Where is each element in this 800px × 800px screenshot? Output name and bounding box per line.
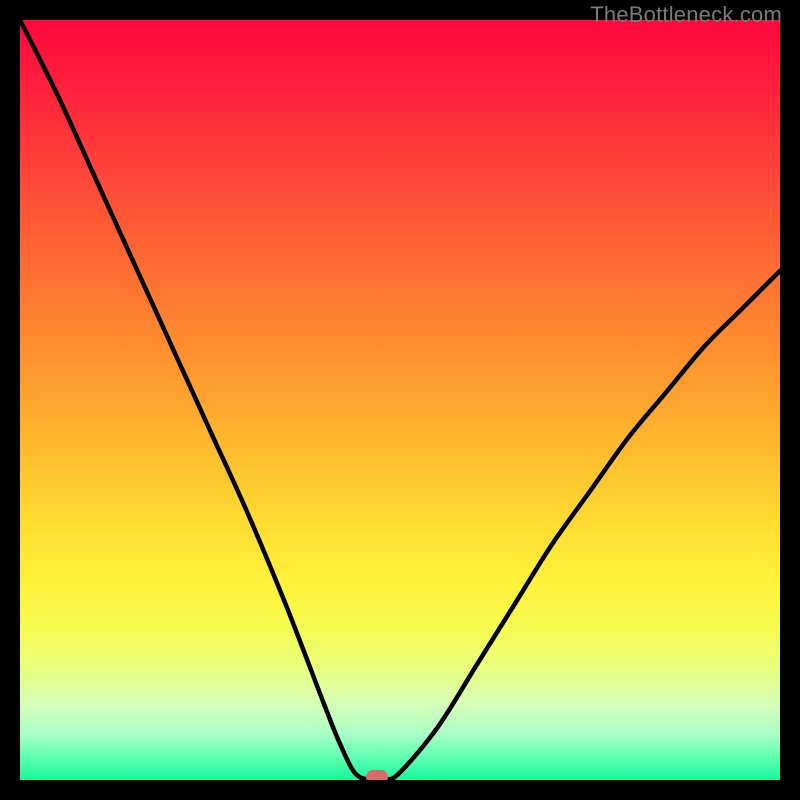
optimum-marker <box>366 770 388 780</box>
watermark-text: TheBottleneck.com <box>590 2 782 28</box>
chart-frame: TheBottleneck.com <box>0 0 800 800</box>
bottleneck-curve <box>20 20 780 780</box>
plot-area <box>20 20 780 780</box>
